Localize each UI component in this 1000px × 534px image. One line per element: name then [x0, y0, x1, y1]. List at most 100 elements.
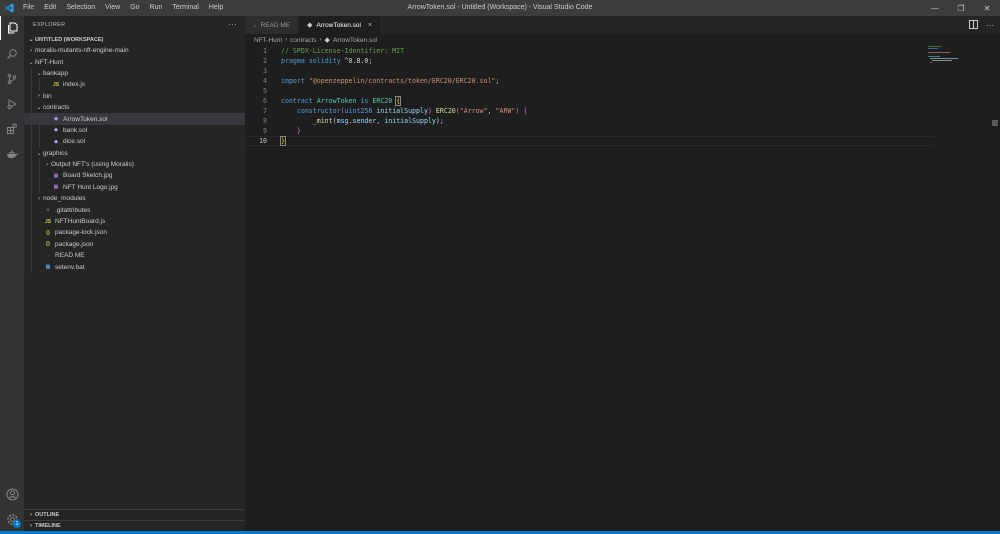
tree-item[interactable]: {} package-lock.json: [24, 227, 245, 239]
workspace-header[interactable]: ⌄ UNTITLED (WORKSPACE): [24, 34, 245, 45]
indent-guide: [31, 124, 32, 137]
notification-badge: 1: [13, 520, 21, 528]
tree-item[interactable]: ◆ ArrowToken.sol: [24, 113, 245, 125]
more-actions-icon[interactable]: ···: [986, 21, 994, 30]
tree-item[interactable]: JS NFTHuntBoard.js: [24, 215, 245, 228]
more-actions-icon[interactable]: ···: [228, 20, 237, 29]
search-icon[interactable]: [0, 42, 24, 66]
menu-item-terminal[interactable]: Terminal: [167, 0, 203, 16]
account-icon[interactable]: [0, 482, 24, 506]
line-number: 7: [263, 107, 267, 115]
code-editor[interactable]: 1 // SPDX-License-Identifier: MIT 2 pragma …: [245, 46, 1000, 531]
menu-item-view[interactable]: View: [100, 0, 125, 16]
editor-actions: ···: [969, 16, 994, 34]
tree-item[interactable]: {} package.json: [24, 238, 245, 251]
tree-item[interactable]: ⌄ NFT-Hunt: [24, 56, 245, 67]
docker-icon[interactable]: [0, 142, 24, 166]
breadcrumb-item[interactable]: ArrowToken.sol: [333, 37, 377, 44]
tree-item[interactable]: JS index.js: [24, 79, 245, 91]
editor-tabs: ↓ READ ME ◆ ArrowToken.sol × ···: [245, 16, 1000, 34]
explorer-sidebar: EXPLORER ··· ⌄ UNTITLED (WORKSPACE) › mor…: [24, 16, 245, 531]
code-token: contract: [281, 97, 313, 105]
indent-guide: [31, 261, 32, 273]
source-control-icon[interactable]: [0, 67, 24, 91]
code-token: // SPDX-License-Identifier: MIT: [281, 47, 405, 55]
minimap[interactable]: [928, 46, 988, 76]
line-number: 8: [263, 117, 267, 125]
run-debug-icon[interactable]: [0, 92, 24, 116]
indent-guide: [31, 193, 32, 205]
tree-item[interactable]: ▣ NFT Hunt Logo.jpg: [24, 181, 245, 194]
line-number: 3: [263, 67, 267, 75]
tree-item[interactable]: ⌄ bankapp: [24, 67, 245, 80]
javascript-file-icon: JS: [52, 81, 60, 88]
vertical-scrollbar[interactable]: [990, 46, 1000, 531]
menu-item-edit[interactable]: Edit: [39, 0, 61, 16]
indent-guide: [31, 204, 32, 216]
tree-item[interactable]: ⌄ contracts: [24, 101, 245, 114]
code-token: "Arrow": [459, 107, 488, 115]
tree-item-label: graphics: [43, 149, 68, 157]
tree-item[interactable]: › Output NFT's (using Moralis): [24, 158, 245, 171]
close-tab-icon[interactable]: ×: [368, 22, 372, 29]
line-number: 5: [263, 87, 267, 95]
menu-item-go[interactable]: Go: [125, 0, 144, 16]
code-token: ,: [487, 107, 496, 115]
solidity-file-icon: ◆: [54, 127, 58, 134]
chevron-down-icon: ⌄: [36, 70, 42, 77]
extensions-icon[interactable]: [0, 117, 24, 141]
tree-item[interactable]: ▣ Board Sketch.jpg: [24, 170, 245, 182]
minimize-icon[interactable]: —: [922, 0, 948, 16]
outline-section[interactable]: › OUTLINE: [24, 509, 245, 520]
menu-item-selection[interactable]: Selection: [61, 0, 100, 16]
indent-guide: [31, 101, 32, 114]
tree-item-label: bin: [43, 92, 52, 100]
tree-item[interactable]: ▦ setenv.bat: [24, 261, 245, 273]
menu-item-help[interactable]: Help: [204, 0, 228, 16]
scrollbar-thumb[interactable]: [992, 120, 998, 126]
breadcrumb-item[interactable]: NFT-Hunt: [254, 37, 282, 44]
tree-item-label: ArrowToken.sol: [63, 115, 108, 123]
code-line: 5: [245, 86, 935, 96]
tree-item[interactable]: ◆ bank.sol: [24, 124, 245, 137]
line-number: 4: [263, 77, 267, 85]
tree-item-label: package.json: [55, 240, 94, 248]
manage-gear-icon[interactable]: 1: [0, 507, 24, 531]
close-icon[interactable]: ✕: [974, 0, 1000, 16]
tree-item[interactable]: › node_modules: [24, 193, 245, 205]
timeline-section[interactable]: › TIMELINE: [24, 520, 245, 531]
split-editor-icon[interactable]: [969, 19, 978, 31]
chevron-right-icon: ›: [30, 523, 32, 529]
solidity-file-icon: ◆: [54, 138, 58, 145]
line-number: 9: [263, 127, 267, 135]
tab-read-me[interactable]: ↓ READ ME: [245, 16, 300, 34]
tree-item-label: node_modules: [43, 195, 86, 203]
tree-item[interactable]: ◆ .gitattributes: [24, 204, 245, 216]
breadcrumb-item[interactable]: contracts: [290, 37, 316, 44]
code-token: "ARW": [495, 107, 516, 115]
explorer-icon[interactable]: [0, 16, 24, 40]
markdown-file-icon: ↓: [253, 21, 257, 29]
code-token: ;: [439, 117, 444, 125]
explorer-header: EXPLORER ···: [24, 16, 245, 34]
tree-item-label: .gitattributes: [55, 206, 91, 214]
line-number: 10: [259, 137, 267, 145]
tree-item-label: NFT Hunt Logo.jpg: [63, 183, 118, 191]
explorer-title: EXPLORER: [33, 22, 66, 28]
restore-icon[interactable]: ❐: [948, 0, 974, 16]
menu-item-file[interactable]: File: [18, 0, 39, 16]
tree-item[interactable]: › bin: [24, 90, 245, 102]
indent-guide: [31, 250, 32, 262]
workspace-title: UNTITLED (WORKSPACE): [35, 36, 104, 43]
tree-item[interactable]: › moralis-mutants-nft-engine-main: [24, 45, 245, 56]
code-token: sender: [352, 117, 377, 125]
javascript-file-icon: JS: [44, 218, 52, 225]
tab-arrowtoken-sol[interactable]: ◆ ArrowToken.sol ×: [299, 16, 382, 34]
tree-item[interactable]: ↓ READ ME: [24, 250, 245, 262]
tree-item[interactable]: ◆ dice.sol: [24, 136, 245, 148]
code-line: 3: [245, 66, 935, 76]
menu-item-run[interactable]: Run: [145, 0, 168, 16]
tree-item[interactable]: ⌄ graphics: [24, 147, 245, 159]
